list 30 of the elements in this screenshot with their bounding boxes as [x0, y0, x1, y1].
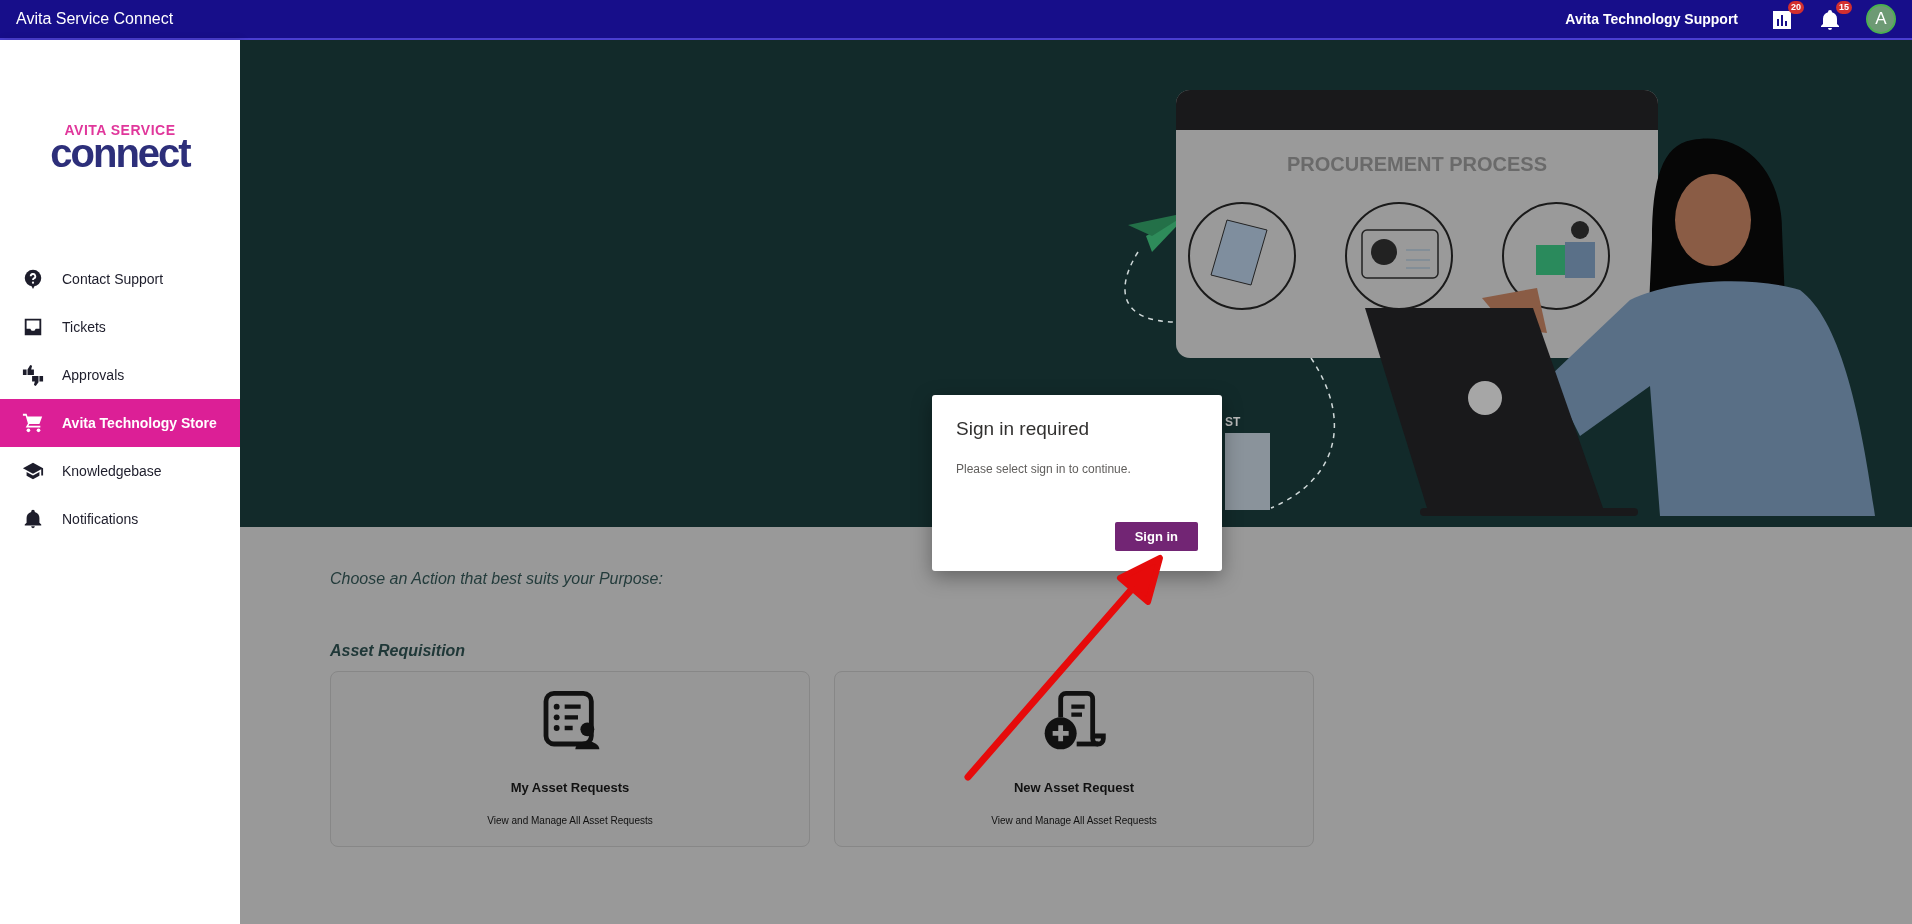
instruction-text: Choose an Action that best suits your Purpose:: [330, 569, 664, 589]
sidebar-item[interactable]: Knowledgebase: [0, 447, 240, 495]
app-title: Avita Service Connect: [16, 9, 174, 29]
count-badge: 15: [1836, 1, 1852, 14]
profile-card-icon: [1345, 202, 1453, 310]
count-badge: 20: [1788, 1, 1804, 14]
thumbs-up-down-icon: [22, 364, 44, 386]
card-label: ST: [1225, 415, 1241, 429]
user-name: Avita Technology Support: [1565, 9, 1738, 29]
card-title: New Asset Request: [1013, 778, 1135, 797]
sidebar-item[interactable]: Approvals: [0, 351, 240, 399]
sidebar-item[interactable]: Notifications: [0, 495, 240, 543]
sidebar-item[interactable]: Tickets: [0, 303, 240, 351]
sign-in-button[interactable]: Sign in: [1114, 521, 1198, 551]
card-description: View and Manage All Asset Requests: [991, 814, 1157, 828]
action-card[interactable]: New Asset Request View and Manage All Asset Requests: [834, 671, 1314, 847]
card-description: View and Manage All Asset Requests: [487, 814, 653, 828]
sidebar-item[interactable]: Avita Technology Store: [0, 399, 240, 447]
dialog-title: Sign in required: [956, 417, 1091, 441]
document-icon: [1188, 202, 1296, 310]
section-title: Asset Requisition: [330, 641, 467, 661]
cart-icon: [22, 412, 44, 434]
sidebar-item[interactable]: Contact Support: [0, 255, 240, 303]
graduation-cap-icon: [22, 460, 44, 482]
dialog-message: Please select sign in to continue.: [956, 460, 1132, 478]
bell-icon: [22, 508, 44, 530]
card-title: My Asset Requests: [510, 778, 630, 797]
action-card[interactable]: My Asset Requests View and Manage All Asset Requests: [330, 671, 810, 847]
tray-icon: [22, 316, 44, 338]
help-icon: [22, 268, 44, 290]
